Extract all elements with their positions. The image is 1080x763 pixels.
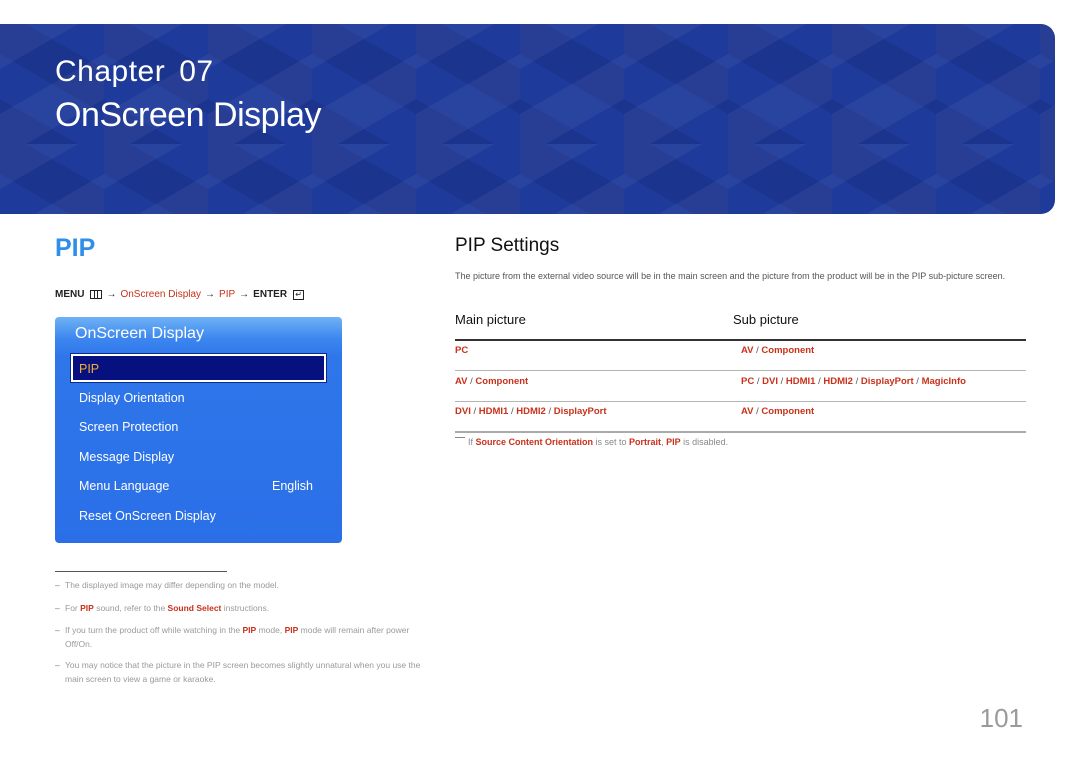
note-text: If: [468, 437, 476, 447]
osd-item-screen-protection[interactable]: Screen Protection: [79, 420, 178, 434]
note-dash-icon: [455, 437, 465, 438]
osd-item-menu-language[interactable]: Menu Language: [79, 479, 169, 493]
arrow-icon: →: [205, 289, 216, 300]
table-cell-sub: AV / Component: [741, 406, 814, 417]
source-name: AV: [741, 345, 754, 356]
source-name: Component: [475, 376, 529, 387]
source-name: AV: [455, 376, 468, 387]
note-text: mode,: [256, 625, 285, 635]
path-step-onscreen-display: OnScreen Display: [120, 289, 202, 300]
table-cell-sub: PC / DVI / HDMI1 / HDMI2 / DisplayPort /…: [741, 376, 966, 387]
row-divider: [455, 370, 1026, 371]
note-text: sound, refer to the: [93, 603, 168, 613]
source-name: Component: [761, 406, 815, 417]
source-name: MagicInfo: [921, 376, 966, 387]
chapter-word: Chapter: [55, 55, 166, 88]
source-name: DisplayPort: [860, 376, 914, 387]
note-highlight: PIP: [284, 625, 299, 635]
menu-label: MENU: [55, 289, 85, 300]
source-name: HDMI2: [823, 376, 853, 387]
source-name: HDMI2: [516, 406, 546, 417]
source-name: DVI: [762, 376, 778, 387]
chapter-label: Chapter 07: [55, 55, 214, 89]
separator: /: [754, 376, 763, 387]
separator: /: [852, 376, 861, 387]
row-divider: [455, 401, 1026, 402]
source-name: Component: [761, 345, 815, 356]
note-item: For PIP sound, refer to the Sound Select…: [55, 601, 435, 615]
note-highlight: Source Content Orientation: [475, 437, 594, 447]
osd-item-reset-onscreen-display[interactable]: Reset OnScreen Display: [79, 509, 216, 523]
column-header-sub: Sub picture: [733, 312, 799, 327]
table-cell-sub: AV / Component: [741, 345, 814, 356]
note-text: For: [65, 603, 81, 613]
source-name: PC: [741, 376, 755, 387]
page-number: 101: [979, 703, 1023, 733]
note-text: You may notice that the picture in the P…: [65, 660, 421, 684]
enter-label: ENTER: [253, 289, 288, 300]
source-name: DisplayPort: [553, 406, 607, 417]
table-cell-main: AV / Component: [455, 376, 528, 387]
osd-menu-language-value: English: [272, 479, 313, 493]
note-highlight: Sound Select: [167, 603, 222, 613]
table-cell-main: PC: [455, 345, 468, 356]
note-highlight: PIP: [666, 437, 681, 447]
note-item: If you turn the product off while watchi…: [55, 623, 435, 651]
note-text: If you turn the product off while watchi…: [65, 625, 243, 635]
note-text: is disabled.: [680, 437, 729, 447]
source-name: DVI: [455, 406, 471, 417]
note-item: You may notice that the picture in the P…: [55, 658, 435, 686]
osd-item-message-display[interactable]: Message Display: [79, 450, 174, 464]
menu-path: MENU → OnScreen Display → PIP → ENTER ↵: [55, 289, 305, 300]
separator: /: [470, 406, 479, 417]
source-name: HDMI1: [478, 406, 509, 417]
osd-menu-screenshot: OnScreen Display PIP Display Orientation…: [55, 317, 342, 543]
separator: /: [545, 406, 554, 417]
note-highlight: PIP: [80, 603, 94, 613]
separator: /: [913, 376, 922, 387]
arrow-icon: →: [239, 289, 250, 300]
note-highlight: PIP: [242, 625, 257, 635]
footnote-divider: [55, 571, 227, 572]
subsection-heading: PIP Settings: [455, 235, 560, 256]
note-text: The displayed image may differ depending…: [65, 580, 279, 590]
osd-item-display-orientation[interactable]: Display Orientation: [79, 391, 185, 405]
table-note: If Source Content Orientation is set to …: [455, 437, 728, 447]
description-text: The picture from the external video sour…: [455, 271, 1006, 281]
note-text: instructions.: [221, 603, 270, 613]
chapter-banner: Chapter 07 OnScreen Display: [0, 24, 1055, 214]
table-top-rule: [455, 339, 1026, 341]
table-cell-main: DVI / HDMI1 / HDMI2 / DisplayPort: [455, 406, 607, 417]
section-heading: PIP: [55, 234, 96, 262]
chapter-number: 07: [179, 55, 214, 88]
note-item: The displayed image may differ depending…: [55, 578, 435, 592]
note-highlight: Portrait: [629, 437, 662, 447]
osd-item-pip[interactable]: PIP: [70, 353, 327, 383]
arrow-icon: →: [106, 289, 117, 300]
osd-item-label: PIP: [79, 362, 100, 376]
separator: /: [777, 376, 786, 387]
source-name: AV: [741, 406, 754, 417]
menu-icon: [90, 290, 103, 299]
source-name: PC: [455, 345, 469, 356]
enter-icon: ↵: [293, 289, 305, 300]
table-bottom-rule: [455, 431, 1026, 433]
chapter-title: OnScreen Display: [55, 96, 322, 134]
column-header-main: Main picture: [455, 312, 526, 327]
note-text: is set to: [593, 437, 630, 447]
path-step-pip: PIP: [219, 289, 236, 300]
osd-title: OnScreen Display: [75, 325, 204, 342]
source-name: HDMI1: [785, 376, 816, 387]
